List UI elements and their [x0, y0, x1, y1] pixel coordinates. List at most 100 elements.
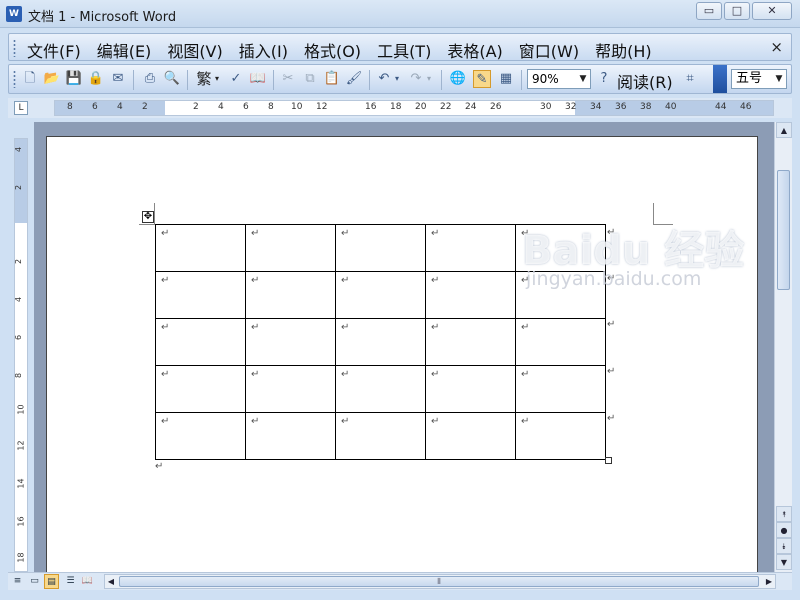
- permission-icon[interactable]: 🔒: [87, 70, 105, 88]
- table-cell[interactable]: ↵: [245, 271, 336, 319]
- save-icon[interactable]: 💾: [65, 70, 83, 88]
- paragraph-mark[interactable]: ↵: [155, 461, 163, 472]
- horizontal-scrollbar[interactable]: ◀ ⦀ ▶: [104, 574, 776, 589]
- scroll-right-icon[interactable]: ▶: [763, 576, 775, 587]
- normal-view-icon[interactable]: ≡: [10, 574, 25, 589]
- table-cell[interactable]: ↵: [245, 318, 336, 366]
- previous-page-icon[interactable]: ⯭: [776, 506, 792, 522]
- traditional-chinese-button[interactable]: 繁: [193, 70, 215, 88]
- table-cell[interactable]: ↵: [335, 365, 426, 413]
- title-bar: W 文档 1 - Microsoft Word ▭ □ ✕: [0, 0, 800, 28]
- reading-layout-view-icon[interactable]: 📖: [80, 574, 95, 589]
- undo-icon[interactable]: ↶: [375, 70, 393, 88]
- redo-dropdown-icon[interactable]: ▾: [425, 70, 433, 88]
- horizontal-scroll-thumb[interactable]: ⦀: [119, 576, 759, 587]
- format-painter-icon[interactable]: 🖌: [345, 70, 363, 88]
- table-cell[interactable]: ↵: [425, 318, 516, 366]
- table-cell[interactable]: ↵: [155, 318, 246, 366]
- toolbar-grip-icon[interactable]: [13, 70, 16, 88]
- print-icon[interactable]: ⎙: [141, 70, 159, 88]
- scroll-left-icon[interactable]: ◀: [105, 576, 117, 587]
- chevron-down-icon[interactable]: ▾: [213, 70, 221, 88]
- vertical-scroll-thumb[interactable]: [777, 170, 790, 290]
- close-document-button[interactable]: ×: [770, 38, 783, 56]
- menubar-grip-icon[interactable]: [13, 39, 16, 57]
- table-cell[interactable]: ↵: [515, 412, 606, 460]
- table-move-handle-icon[interactable]: ✥: [142, 211, 154, 223]
- menu-insert[interactable]: 插入(I): [239, 38, 288, 62]
- ruler-tick: 4: [117, 102, 123, 112]
- menu-edit[interactable]: 编辑(E): [97, 38, 152, 62]
- table-cell[interactable]: ↵: [335, 271, 426, 319]
- scroll-up-icon[interactable]: ▲: [776, 122, 792, 138]
- open-folder-icon[interactable]: 📂: [43, 70, 61, 88]
- chevron-down-icon[interactable]: ▼: [577, 71, 589, 87]
- print-preview-icon[interactable]: 🔍: [163, 70, 181, 88]
- menu-help[interactable]: 帮助(H): [595, 38, 652, 62]
- drawing-toolbar-icon[interactable]: ⌗: [681, 70, 699, 88]
- insert-table-icon[interactable]: ▦: [497, 70, 515, 88]
- email-icon[interactable]: ✉: [109, 70, 127, 88]
- zoom-select[interactable]: 90% ▼: [527, 69, 591, 89]
- print-layout-view-icon[interactable]: ▤: [44, 574, 59, 589]
- menu-tools[interactable]: 工具(T): [377, 38, 431, 62]
- horizontal-ruler[interactable]: 8 6 4 2 2 4 6 8 10 12 16 18 20 22 24 26 …: [54, 100, 774, 116]
- research-icon[interactable]: 📖: [249, 70, 267, 88]
- outline-view-icon[interactable]: ☰: [63, 574, 78, 589]
- copy-icon[interactable]: ⧉: [301, 70, 319, 88]
- tables-borders-icon[interactable]: ✎: [473, 70, 491, 88]
- table-cell[interactable]: ↵: [155, 224, 246, 272]
- vertical-ruler[interactable]: 4 2 2 4 6 8 10 12 14 16 18: [14, 138, 28, 572]
- table-cell[interactable]: ↵: [245, 224, 336, 272]
- undo-dropdown-icon[interactable]: ▾: [393, 70, 401, 88]
- table-cell[interactable]: ↵: [245, 365, 336, 413]
- font-size-value: 五号: [736, 71, 763, 86]
- table-cell[interactable]: ↵: [515, 365, 606, 413]
- select-browse-object-icon[interactable]: ●: [776, 522, 792, 538]
- table-cell[interactable]: ↵: [335, 224, 426, 272]
- spelling-icon[interactable]: ✓: [227, 70, 245, 88]
- table-cell[interactable]: ↵: [425, 224, 516, 272]
- table-resize-handle[interactable]: [605, 457, 612, 464]
- menu-window[interactable]: 窗口(W): [519, 38, 579, 62]
- word-app-icon[interactable]: W: [6, 6, 22, 22]
- scroll-down-icon[interactable]: ▼: [776, 554, 792, 570]
- redo-icon[interactable]: ↷: [407, 70, 425, 88]
- font-size-select[interactable]: 五号 ▼: [731, 69, 787, 89]
- web-layout-view-icon[interactable]: ▭: [27, 574, 42, 589]
- menu-view[interactable]: 视图(V): [167, 38, 222, 62]
- table-cell[interactable]: ↵: [155, 271, 246, 319]
- toolbar-overflow-chevron-icon[interactable]: [713, 65, 727, 93]
- read-mode-button[interactable]: 阅读(R): [617, 69, 673, 93]
- minimize-button[interactable]: ▭: [696, 2, 722, 20]
- ruler-tick: 6: [243, 102, 249, 112]
- table-cell[interactable]: ↵: [155, 365, 246, 413]
- maximize-button[interactable]: □: [724, 2, 750, 20]
- table-cell[interactable]: ↵: [425, 365, 516, 413]
- table-cell[interactable]: ↵: [425, 412, 516, 460]
- hyperlink-icon[interactable]: 🌐: [449, 70, 467, 88]
- new-document-icon[interactable]: 🗋: [21, 70, 39, 88]
- table-cell[interactable]: ↵: [425, 271, 516, 319]
- ruler-tick: 2: [14, 184, 24, 191]
- next-page-icon[interactable]: ⯯: [776, 538, 792, 554]
- menu-table[interactable]: 表格(A): [447, 38, 502, 62]
- close-window-button[interactable]: ✕: [752, 2, 792, 20]
- cut-icon[interactable]: ✂: [279, 70, 297, 88]
- help-icon[interactable]: ?: [595, 70, 613, 88]
- vertical-scrollbar[interactable]: ▲ ⯭ ● ⯯ ▼: [774, 122, 792, 572]
- table-cell[interactable]: ↵: [515, 318, 606, 366]
- document-page[interactable]: ✥ ↵ ↵ ↵ ↵ ↵ ↵ ↵ ↵ ↵ ↵ ↵ ↵ ↵ ↵ ↵ ↵ ↵ ↵ ↵ ↵ ↵ ↵ ↵ ↵ ↵ ↵ ↵ ↵ ↵ ↵ ↵: [46, 136, 758, 572]
- table-cell[interactable]: ↵: [335, 318, 426, 366]
- chevron-down-icon[interactable]: ▼: [773, 71, 785, 87]
- menu-format[interactable]: 格式(O): [304, 38, 361, 62]
- table-cell[interactable]: ↵: [335, 412, 426, 460]
- table-cell[interactable]: ↵: [245, 412, 336, 460]
- table-cell[interactable]: ↵: [155, 412, 246, 460]
- ruler-tick: 8: [268, 102, 274, 112]
- document-area[interactable]: ✥ ↵ ↵ ↵ ↵ ↵ ↵ ↵ ↵ ↵ ↵ ↵ ↵ ↵ ↵ ↵ ↵ ↵ ↵ ↵ ↵ ↵ ↵ ↵ ↵ ↵ ↵ ↵ ↵ ↵ ↵ ↵ …: [34, 122, 774, 572]
- menu-file[interactable]: 文件(F): [27, 38, 81, 62]
- paste-icon[interactable]: 📋: [323, 70, 341, 88]
- row-end-mark: ↵: [607, 413, 616, 424]
- tab-selector[interactable]: L: [14, 101, 28, 115]
